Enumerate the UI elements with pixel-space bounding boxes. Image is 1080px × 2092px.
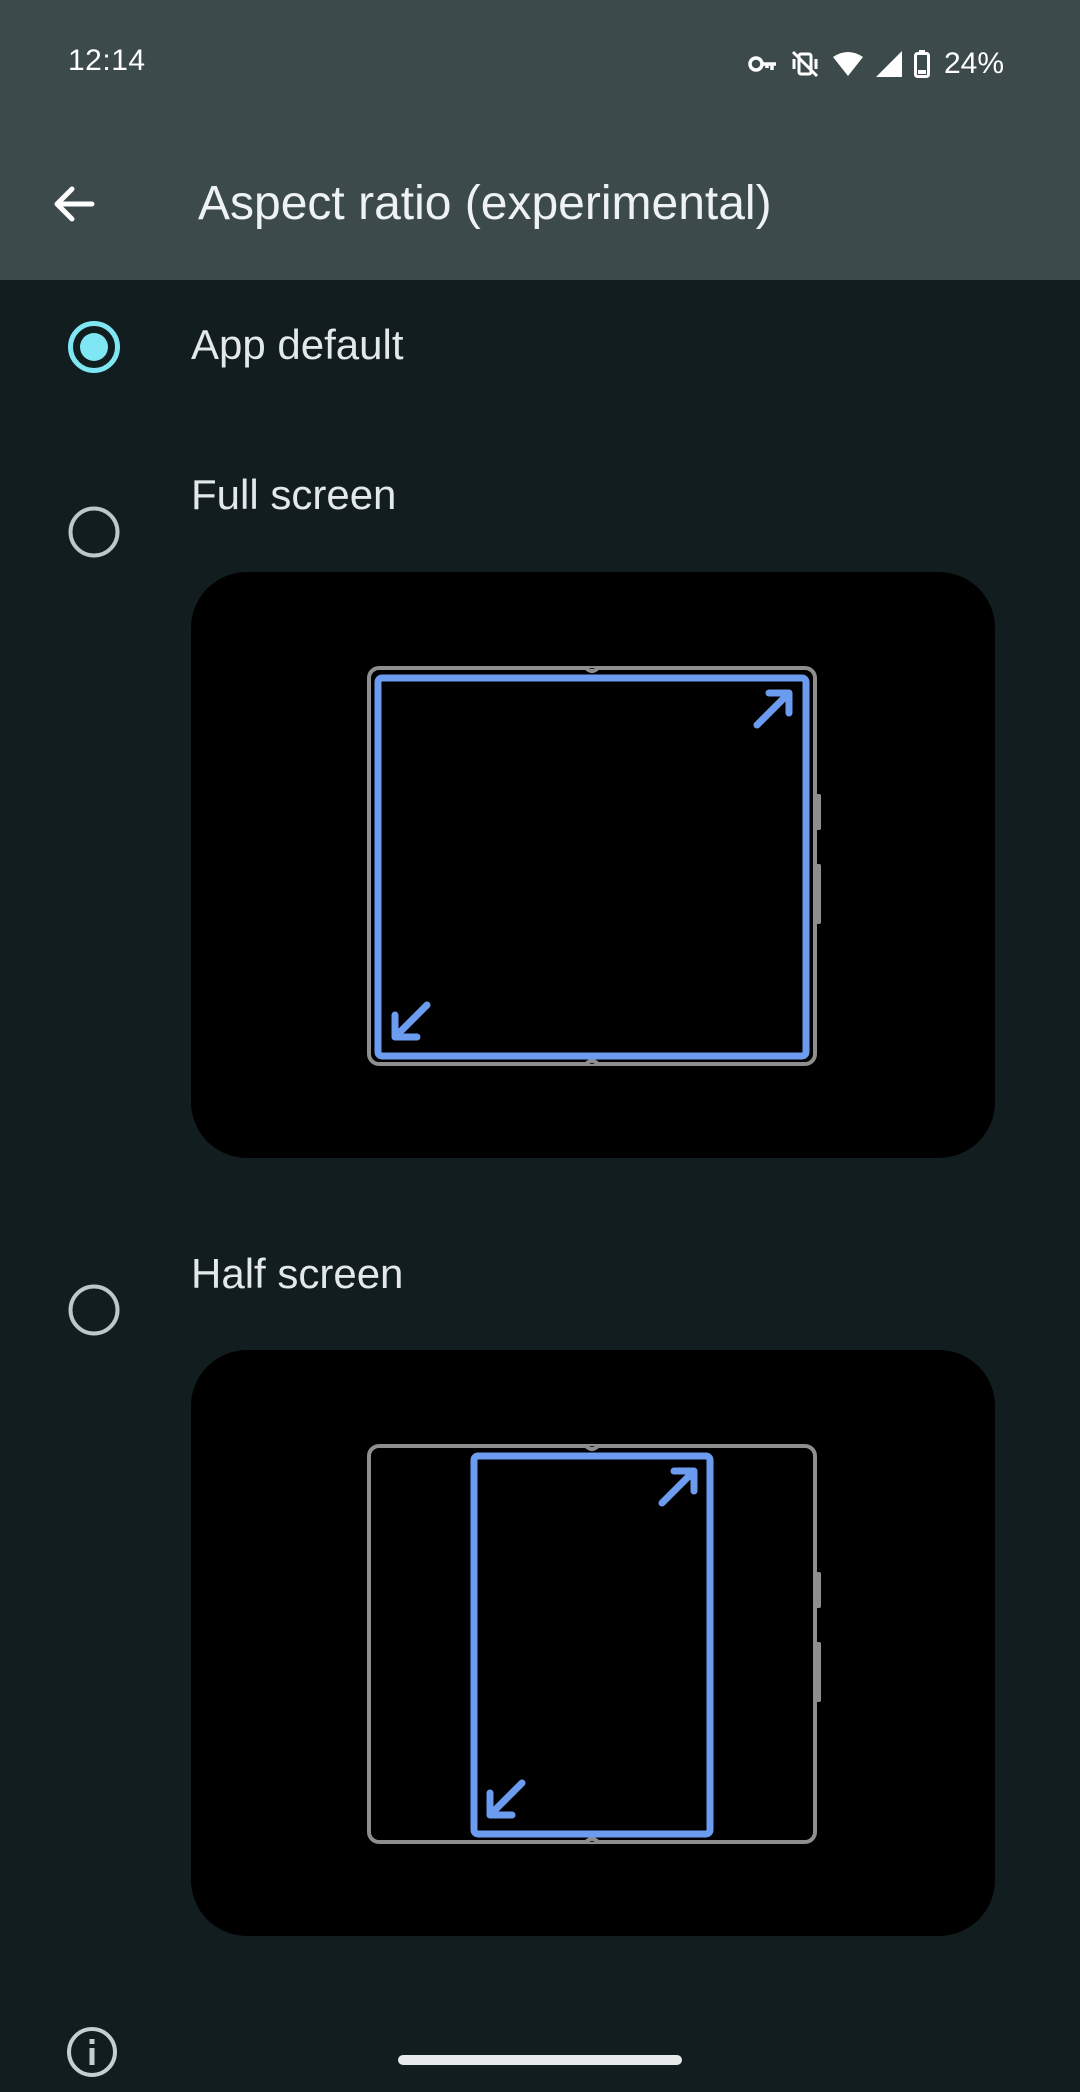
vpn-key-icon	[748, 56, 776, 72]
option-full-screen[interactable]: Full screen	[0, 442, 1080, 558]
full-screen-preview[interactable]	[191, 572, 995, 1158]
info-icon[interactable]	[64, 2024, 120, 2080]
top-app-bar: 12:14 24% Aspect ratio (experimental)	[0, 0, 1080, 280]
option-half-screen[interactable]: Half screen	[0, 1220, 1080, 1336]
arrow-back-icon	[54, 186, 95, 222]
radio-unselected-icon[interactable]	[66, 504, 122, 560]
foldable-half-screen-illustration	[367, 1444, 821, 1844]
page-title: Aspect ratio (experimental)	[198, 177, 772, 230]
cell-signal-icon	[875, 51, 902, 77]
wifi-icon	[832, 52, 863, 76]
foldable-full-screen-illustration	[367, 666, 821, 1066]
status-icons: 24%	[748, 44, 1004, 84]
option-label-app-default: App default	[191, 321, 404, 368]
gesture-navigation-handle[interactable]	[398, 2055, 682, 2065]
option-label-half-screen: Half screen	[191, 1250, 404, 1297]
half-screen-preview[interactable]	[191, 1350, 995, 1936]
vibrate-off-icon	[791, 50, 819, 78]
option-label-full-screen: Full screen	[191, 471, 397, 518]
battery-percentage: 24%	[943, 47, 1004, 80]
back-button[interactable]	[38, 168, 110, 240]
radio-unselected-icon[interactable]	[66, 1282, 122, 1338]
option-app-default[interactable]: App default	[0, 292, 1080, 402]
status-time: 12:14	[68, 44, 146, 77]
battery-icon	[913, 50, 930, 78]
radio-selected-icon[interactable]	[66, 319, 122, 375]
